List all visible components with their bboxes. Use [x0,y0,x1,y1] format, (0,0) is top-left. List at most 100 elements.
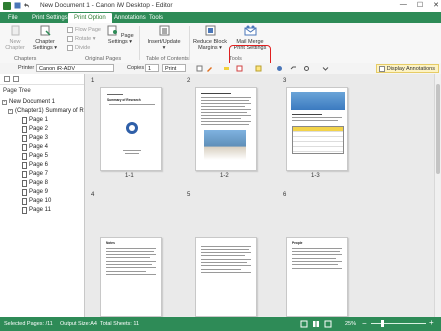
options-dropdown-icon[interactable] [322,65,329,72]
reduce-block-margins-button[interactable]: Reduce Block Margins ▾ [192,25,228,51]
printer-select[interactable]: Canon iR-ADV [36,64,114,72]
print-button-label: Print [165,66,177,72]
tree-item-page-2[interactable]: Page 2 [22,125,48,134]
page-title: Notes [106,241,115,245]
new-chapter-icon [11,25,19,36]
tree-item-page-11[interactable]: Page 11 [22,206,51,215]
page-thumbnail-3[interactable] [286,87,348,171]
page-thumbnail-2[interactable] [195,87,257,171]
page-thumbnail-5[interactable] [195,237,257,317]
maximize-button[interactable]: ☐ [417,1,423,9]
status-bar: Selected Pages: /11 Output Size:A4 Total… [0,317,441,331]
insert-update-button[interactable]: Insert/Update ▾ [145,25,183,51]
page-icon [22,135,27,142]
page-icon [22,144,27,151]
collapse-icon[interactable] [4,76,10,82]
page-icon [22,180,27,187]
fit-page-icon[interactable] [324,320,332,328]
rotate-button[interactable]: Rotate ▾ [67,36,96,42]
chapter-number: 2 [187,78,191,84]
page-thumbnail-6[interactable]: People [286,237,348,317]
display-annotations-toggle[interactable]: Display Annotations [375,64,439,73]
highlighter-icon[interactable] [223,65,230,72]
stamp-icon[interactable] [236,65,243,72]
tree-item-page-10[interactable]: Page 10 [22,197,51,206]
tab-print-option[interactable]: Print Option [68,13,112,23]
page-title: People [292,241,303,245]
emblem-icon [126,122,138,134]
link-icon[interactable] [290,65,297,72]
tree-item-page-5[interactable]: Page 5 [22,152,48,161]
save-icon[interactable] [14,2,21,9]
scrollbar-thumb[interactable] [436,84,440,174]
tree-item-page-1[interactable]: Page 1 [22,116,48,125]
tree-item-chapter[interactable]: - (Chapter1) Summary of R [8,107,84,116]
zoom-level: 25% [345,321,357,327]
expand-icon[interactable] [13,76,19,82]
page-icon [22,117,27,124]
zoom-out-button[interactable]: − [362,319,367,328]
tree-item-page-9[interactable]: Page 9 [22,188,48,197]
settings-icon[interactable] [303,65,310,72]
page-icon [22,153,27,160]
single-page-view-icon[interactable] [300,320,308,328]
flow-page-button[interactable]: Flow Page [67,27,101,33]
divide-button[interactable]: Divide [67,45,90,51]
page-thumbnail-1[interactable]: Summary of Research [100,87,162,171]
multi-page-view-icon[interactable] [312,320,320,328]
reduce-margins-icon [205,25,215,36]
zoom-slider[interactable] [371,323,426,324]
tree-item-page-8[interactable]: Page 8 [22,179,48,188]
collapse-toggle-icon[interactable]: - [2,100,7,105]
tree-item-page-6[interactable]: Page 6 [22,161,48,170]
collapse-toggle-icon[interactable]: - [8,109,13,114]
group-label-tools: Tools [229,56,242,62]
tree-item-page-3[interactable]: Page 3 [22,134,48,143]
undo-icon[interactable] [23,2,30,9]
tree-item-document[interactable]: - New Document 1 [2,98,55,107]
page-tree-toolbar [0,74,84,85]
page-tree-title: Page Tree [3,88,31,94]
rotate-icon [67,36,73,42]
tab-tools[interactable]: Tools [143,13,169,23]
page-icon [22,189,27,196]
page-icon [22,171,27,178]
page-photo [291,92,345,110]
minimize-button[interactable]: — [400,1,407,9]
page-settings-button[interactable]: Page Settings ▾ [105,25,135,45]
page-settings-icon [107,25,118,36]
checkbox-icon [378,66,385,72]
ribbon-tabbar: File Print Settings Print Option Annotat… [0,12,441,23]
annotation-tool-icon[interactable] [196,65,203,72]
color-icon[interactable] [276,65,283,72]
tab-file[interactable]: File [2,13,24,23]
page-icon [22,126,27,133]
page-icon [22,207,27,214]
tab-print-settings[interactable]: Print Settings [26,13,74,23]
vertical-scrollbar[interactable] [434,74,441,317]
chapter-number: 3 [283,78,287,84]
ribbon: New Chapter Chapter Settings ▾ Flow Page… [0,23,441,73]
new-chapter-button[interactable]: New Chapter [3,25,27,51]
zoom-in-button[interactable]: + [429,318,434,327]
display-annotations-label: Display Annotations [386,66,435,72]
page-title: Summary of Research [107,98,141,102]
zoom-slider-thumb[interactable] [381,320,384,327]
tree-item-page-7[interactable]: Page 7 [22,170,48,179]
close-button[interactable]: ✕ [433,1,439,9]
page-workspace: 1 2 3 Summary of Research 1-1 1-2 1-3 4 [85,74,441,317]
chapter-settings-icon [40,25,51,36]
chapter-settings-button[interactable]: Chapter Settings ▾ [30,25,60,51]
page-icon [22,162,27,169]
flow-page-icon [67,27,73,33]
tree-item-page-4[interactable]: Page 4 [22,143,48,152]
page-thumbnail-4[interactable]: Notes [100,237,162,317]
chapter-number: 5 [187,192,191,198]
page-tree-panel: Page Tree - New Document 1 - (Chapter1) Su… [0,74,85,317]
sticky-note-icon[interactable] [255,65,262,72]
copies-input[interactable]: 1 [145,64,159,72]
pen-icon[interactable] [206,65,213,72]
selected-pages-status: Selected Pages: /11 [4,321,53,327]
group-label-original-pages: Original Pages [85,56,122,62]
print-button[interactable]: Print [162,64,186,72]
